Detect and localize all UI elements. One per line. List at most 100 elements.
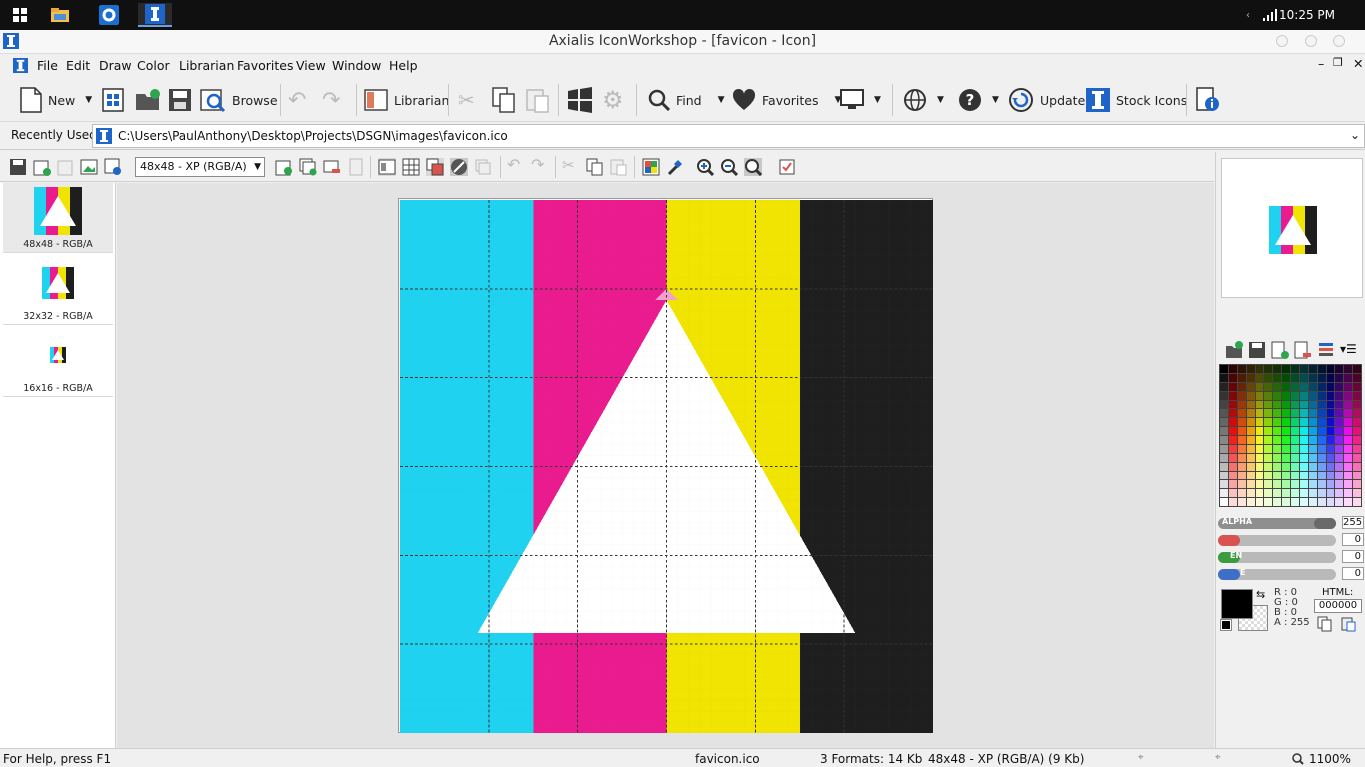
favorites-button[interactable]: Favorites ▼ (732, 84, 841, 116)
pixel-editor-canvas[interactable] (398, 198, 933, 733)
palette-swatch[interactable] (1326, 471, 1335, 480)
palette-swatch[interactable] (1264, 373, 1273, 382)
palette-swatch[interactable] (1291, 427, 1299, 435)
palette-swatch[interactable] (1282, 373, 1290, 382)
palette-swatch[interactable] (1273, 436, 1282, 444)
view-normal-icon[interactable] (378, 158, 396, 176)
palette-swatch[interactable] (1228, 453, 1237, 462)
palette-swatch[interactable] (1326, 498, 1335, 506)
palette-swatch[interactable] (1353, 498, 1361, 506)
palette-swatch[interactable] (1220, 409, 1228, 418)
palette-swatch[interactable] (1335, 471, 1344, 480)
palette-swatch[interactable] (1291, 453, 1299, 462)
palette-swatch[interactable] (1291, 489, 1299, 498)
palette-swatch[interactable] (1255, 462, 1264, 471)
palette-swatch[interactable] (1308, 498, 1317, 506)
palette-swatch[interactable] (1308, 365, 1317, 373)
palette-swatch[interactable] (1291, 409, 1299, 418)
palette-swatch[interactable] (1291, 418, 1299, 427)
palette-swatch[interactable] (1220, 436, 1228, 444)
edit-paste-icon[interactable] (610, 158, 628, 176)
palette-swatch[interactable] (1353, 373, 1361, 382)
palette-swatch[interactable] (1308, 427, 1317, 435)
palette-swatch[interactable] (1246, 373, 1255, 382)
palette-swatch[interactable] (1326, 453, 1335, 462)
palette-swatch[interactable] (1299, 462, 1308, 471)
copy-icon[interactable] (492, 84, 516, 116)
open-folder-icon[interactable] (135, 84, 161, 116)
palette-swatch[interactable] (1353, 391, 1361, 400)
tray-chevron-icon[interactable]: ‹ (1243, 3, 1253, 27)
palette-swatch[interactable] (1264, 453, 1273, 462)
palette-swatch[interactable] (1273, 444, 1282, 453)
palette-swatch[interactable] (1255, 489, 1264, 498)
palette-swatch[interactable] (1282, 489, 1290, 498)
palette-swatch[interactable] (1255, 427, 1264, 435)
palette-swatch[interactable] (1282, 382, 1290, 391)
palette-swatch[interactable] (1299, 436, 1308, 444)
palette-swatch[interactable] (1246, 462, 1255, 471)
palette-swatch[interactable] (1326, 409, 1335, 418)
palette-swatch[interactable] (1273, 382, 1282, 391)
palette-swatch[interactable] (1299, 409, 1308, 418)
palette-swatch[interactable] (1228, 498, 1237, 506)
menu-file[interactable]: File (37, 58, 58, 73)
save-format-icon[interactable] (9, 158, 27, 176)
format-item-16[interactable]: 16x16 - RGB/A (3, 327, 113, 397)
palette-swatch[interactable] (1255, 436, 1264, 444)
palette-swatch[interactable] (1264, 427, 1273, 435)
palette-swatch[interactable] (1246, 480, 1255, 489)
palette-swatch[interactable] (1220, 391, 1228, 400)
palette-swatch[interactable] (1317, 489, 1326, 498)
green-slider[interactable]: EN 0 (1218, 550, 1365, 564)
redo-icon[interactable]: ↷ (322, 84, 340, 116)
palette-swatch[interactable] (1299, 480, 1308, 489)
palette-swatch[interactable] (1237, 498, 1246, 506)
palette-swatch[interactable] (1291, 365, 1299, 373)
format-properties-icon[interactable] (347, 158, 365, 176)
image-icon[interactable] (80, 158, 98, 176)
palette-swatch[interactable] (1282, 471, 1290, 480)
menu-librarian[interactable]: Librarian (179, 58, 234, 73)
doc-close-icon[interactable]: ✕ (1353, 56, 1363, 71)
palette-swatch[interactable] (1308, 391, 1317, 400)
palette-swatch[interactable] (1317, 373, 1326, 382)
palette-swatch[interactable] (1299, 471, 1308, 480)
palette-swatch[interactable] (1246, 409, 1255, 418)
pixel-icon-artwork[interactable] (400, 200, 933, 733)
palette-swatch[interactable] (1273, 489, 1282, 498)
palette-swatch[interactable] (1317, 498, 1326, 506)
pen-tablet-icon[interactable] (450, 158, 468, 176)
doc-minimize-icon[interactable]: – (1318, 56, 1324, 71)
palette-swatch[interactable] (1344, 498, 1353, 506)
palette-swatch[interactable] (1282, 444, 1290, 453)
alpha-value[interactable]: 255 (1342, 516, 1364, 529)
grid-toggle-icon[interactable] (402, 158, 420, 176)
palette-menu-icon[interactable]: ▾☰ (1340, 342, 1357, 356)
format-item-32[interactable]: 32x32 - RGB/A (3, 255, 113, 325)
palette-swatch[interactable] (1255, 391, 1264, 400)
palette-swatch[interactable] (1344, 382, 1353, 391)
palette-swatch[interactable] (1264, 480, 1273, 489)
edit-cut-icon[interactable]: ✂ (562, 156, 580, 174)
file-explorer-icon[interactable] (48, 3, 72, 27)
palette-swatch[interactable] (1326, 444, 1335, 453)
palette-swatch[interactable] (1335, 489, 1344, 498)
palette-swatch[interactable] (1273, 373, 1282, 382)
foreground-color-swatch-front[interactable] (1221, 589, 1253, 619)
web-button[interactable]: ▼ (903, 84, 944, 116)
palette-swatch[interactable] (1317, 391, 1326, 400)
palette-swatch[interactable] (1317, 418, 1326, 427)
palette-swatch[interactable] (1255, 453, 1264, 462)
browse-button[interactable]: Browse (200, 84, 278, 116)
palette-swatch[interactable] (1317, 400, 1326, 409)
new-button[interactable]: New ▼ (20, 84, 92, 116)
palette-swatch[interactable] (1335, 409, 1344, 418)
palette-swatch[interactable] (1326, 436, 1335, 444)
save-palette-icon[interactable] (1248, 341, 1266, 359)
palette-swatch[interactable] (1255, 400, 1264, 409)
palette-swatch[interactable] (1317, 436, 1326, 444)
palette-swatch[interactable] (1282, 427, 1290, 435)
palette-swatch[interactable] (1237, 409, 1246, 418)
new-format-icon[interactable] (33, 158, 51, 176)
